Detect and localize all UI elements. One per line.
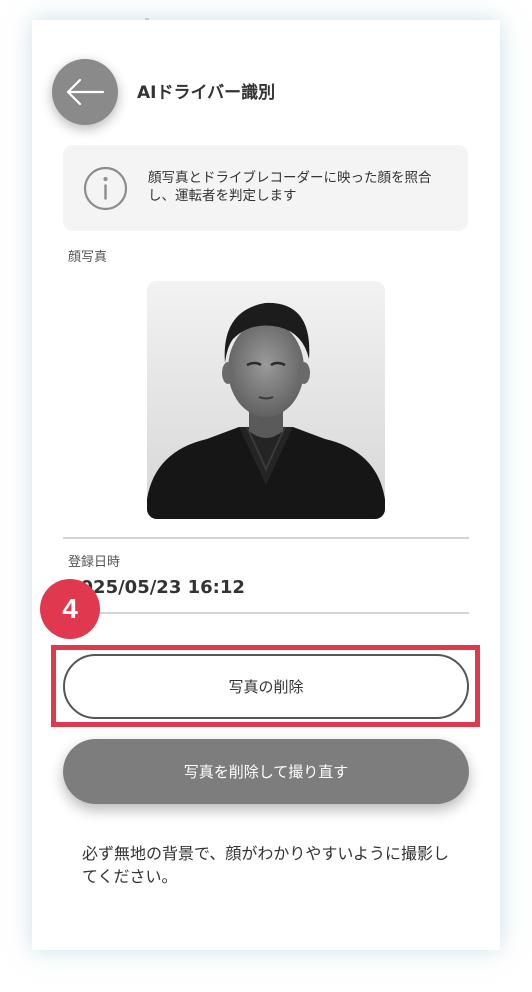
portrait-image	[147, 281, 385, 519]
step-badge: 4	[40, 579, 100, 639]
page-title: AIドライバー識別	[137, 83, 276, 103]
info-box: 顔写真とドライブレコーダーに映った顔を照合し、運転者を判定します	[63, 145, 468, 231]
divider-bottom	[63, 612, 469, 614]
retake-photo-button[interactable]: 写真を削除して撮り直す	[63, 739, 469, 804]
face-photo-label: 顔写真	[68, 250, 108, 265]
face-photo	[147, 281, 385, 519]
info-circle-icon	[83, 166, 128, 211]
registration-label: 登録日時	[68, 555, 121, 570]
info-text: 顔写真とドライブレコーダーに映った顔を照合し、運転者を判定します	[148, 170, 432, 204]
app-screen: AIドライバー識別 顔写真とドライブレコーダーに映った顔を照合し、運転者を判定し…	[0, 0, 532, 992]
back-button[interactable]	[52, 59, 118, 125]
instruction-note: 必ず無地の背景で、顔がわかりやすいように撮影してください。	[82, 844, 450, 886]
highlight-frame	[51, 645, 480, 727]
divider-top	[63, 537, 469, 539]
arrow-left-icon	[66, 78, 105, 106]
